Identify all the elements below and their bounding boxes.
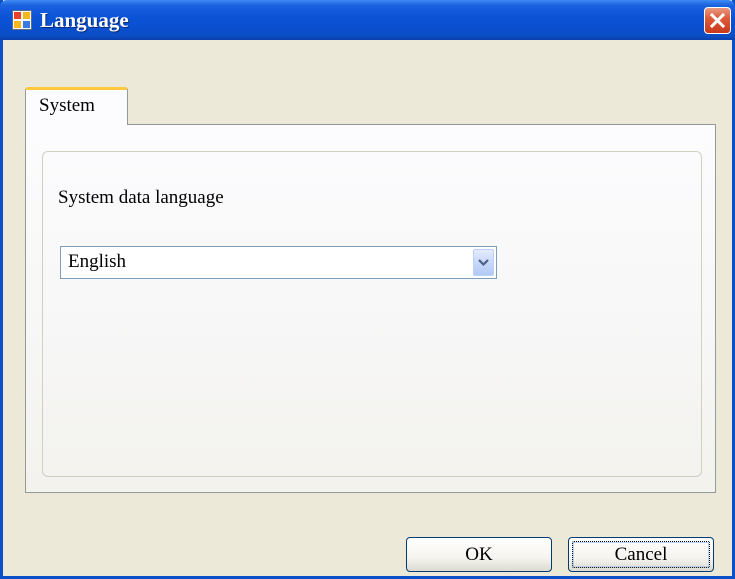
system-data-language-label: System data language [58, 187, 224, 208]
cancel-button-label: Cancel [614, 543, 668, 565]
language-select[interactable]: English [60, 246, 497, 279]
close-button[interactable] [704, 7, 731, 34]
title-bar[interactable]: Language [0, 0, 735, 40]
window-title: Language [40, 8, 129, 32]
language-select-value: English [68, 251, 127, 272]
close-icon [710, 13, 725, 28]
chevron-down-icon [478, 259, 489, 267]
tab-system[interactable]: System [25, 87, 128, 125]
cancel-button[interactable]: Cancel [568, 537, 714, 572]
language-select-dropdown-button[interactable] [473, 249, 494, 276]
ok-button[interactable]: OK [406, 537, 552, 572]
tab-system-label: System [39, 95, 95, 116]
tab-panel-system: System data language English [25, 124, 716, 493]
app-window-icon [12, 10, 32, 30]
language-dialog: Language System System data language Eng… [0, 0, 735, 579]
